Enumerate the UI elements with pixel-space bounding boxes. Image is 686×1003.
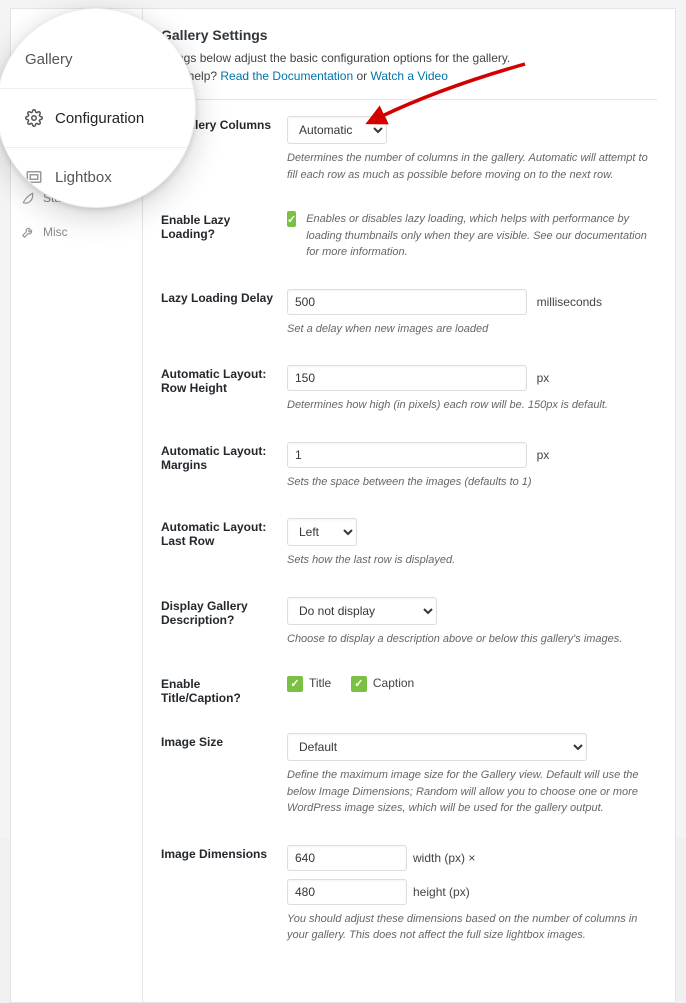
margins-input[interactable] <box>287 442 527 468</box>
help-lazy-delay: Set a delay when new images are loaded <box>287 321 657 338</box>
label-row-height: Automatic Layout: Row Height <box>161 365 287 414</box>
help-row-height: Determines how high (in pixels) each row… <box>287 397 657 414</box>
title-checkbox[interactable] <box>287 676 303 692</box>
row-gallery-columns: of Gallery Columns Automatic Determines … <box>161 116 657 183</box>
row-lazy-loading: Enable Lazy Loading? Enables or disables… <box>161 211 657 261</box>
gear-icon <box>25 109 43 127</box>
suffix-width: width (px) × <box>413 851 475 865</box>
label-lazy-delay: Lazy Loading Delay <box>161 289 287 338</box>
label-dimensions: Image Dimensions <box>161 845 287 944</box>
lens-gallery-label: Gallery <box>25 51 73 68</box>
docs-link[interactable]: Read the Documentation <box>220 69 353 83</box>
row-description: Display Gallery Description? Do not disp… <box>161 597 657 648</box>
help-margins: Sets the space between the images (defau… <box>287 474 657 491</box>
video-link[interactable]: Watch a Video <box>371 69 448 83</box>
sidebar-misc-label: Misc <box>43 225 68 239</box>
row-last-row: Automatic Layout: Last Row Left Sets how… <box>161 518 657 569</box>
lens-item-configuration: Configuration <box>0 88 195 147</box>
image-size-select[interactable]: Default <box>287 733 587 761</box>
row-image-size: Image Size Default Define the maximum im… <box>161 733 657 817</box>
label-last-row: Automatic Layout: Last Row <box>161 518 287 569</box>
help-dimensions: You should adjust these dimensions based… <box>287 911 657 944</box>
help-image-size: Define the maximum image size for the Ga… <box>287 767 657 817</box>
help-last-row: Sets how the last row is displayed. <box>287 552 657 569</box>
row-margins: Automatic Layout: Margins px Sets the sp… <box>161 442 657 491</box>
row-row-height: Automatic Layout: Row Height px Determin… <box>161 365 657 414</box>
row-dimensions: Image Dimensions width (px) × height (px… <box>161 845 657 944</box>
caption-cb-label: Caption <box>373 676 414 690</box>
gallery-columns-select[interactable]: Automatic <box>287 116 387 144</box>
description-select[interactable]: Do not display <box>287 597 437 625</box>
title-cb-label: Title <box>309 676 331 690</box>
leaf-icon <box>21 191 35 205</box>
lens-lightbox-label: Lightbox <box>55 169 112 186</box>
row-lazy-delay: Lazy Loading Delay milliseconds Set a de… <box>161 289 657 338</box>
label-margins: Automatic Layout: Margins <box>161 442 287 491</box>
lazy-delay-input[interactable] <box>287 289 527 315</box>
lazy-checkbox[interactable] <box>287 211 296 227</box>
help-gallery-columns: Determines the number of columns in the … <box>287 150 657 183</box>
row-title-caption: Enable Title/Caption? Title Caption <box>161 675 657 705</box>
lens-configuration-label: Configuration <box>55 110 144 127</box>
page-title: Gallery Settings <box>161 27 657 43</box>
row-height-input[interactable] <box>287 365 527 391</box>
lens-item-gallery: Gallery <box>0 31 195 88</box>
caption-checkbox[interactable] <box>351 676 367 692</box>
height-input[interactable] <box>287 879 407 905</box>
help-lazy-loading: Enables or disables lazy loading, which … <box>306 211 657 261</box>
suffix-px2: px <box>537 448 550 462</box>
intro-text: ettings below adjust the basic configura… <box>161 49 657 85</box>
label-image-size: Image Size <box>161 733 287 817</box>
label-description: Display Gallery Description? <box>161 597 287 648</box>
wrench-icon <box>21 225 35 239</box>
magnifier-lens: Gallery Configuration Lightbox <box>0 8 196 208</box>
width-input[interactable] <box>287 845 407 871</box>
last-row-select[interactable]: Left <box>287 518 357 546</box>
label-title-caption: Enable Title/Caption? <box>161 675 287 705</box>
main-content: Gallery Settings ettings below adjust th… <box>143 9 675 1002</box>
sidebar-item-misc[interactable]: Misc <box>11 215 142 249</box>
label-lazy-loading: Enable Lazy Loading? <box>161 211 287 261</box>
divider <box>161 99 657 100</box>
help-description: Choose to display a description above or… <box>287 631 657 648</box>
suffix-px: px <box>537 371 550 385</box>
suffix-ms: milliseconds <box>537 295 602 309</box>
suffix-height: height (px) <box>413 885 470 899</box>
